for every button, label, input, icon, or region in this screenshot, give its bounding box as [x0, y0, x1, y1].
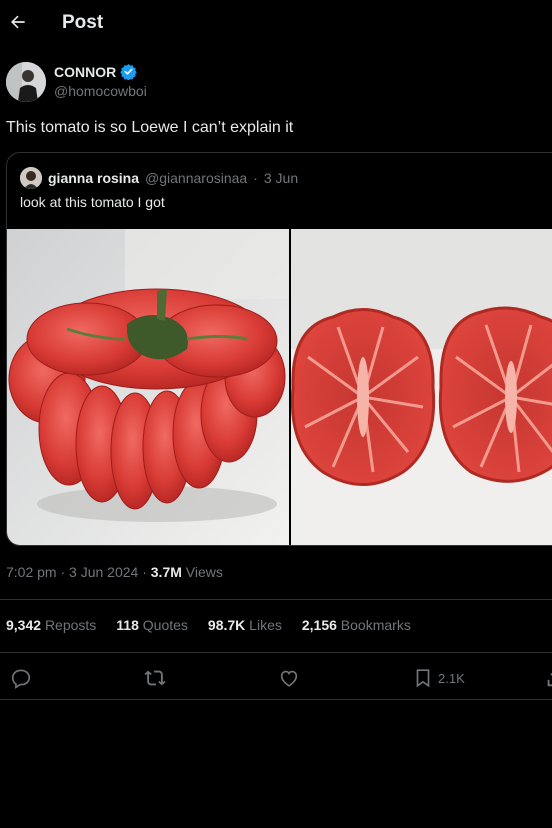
post-author: CONNOR @homocowboi — [6, 62, 406, 102]
verified-badge-icon — [120, 64, 137, 80]
share-icon[interactable] — [544, 667, 552, 689]
post-meta: 7:02 pm · 3 Jun 2024 · 3.7M Views — [6, 564, 223, 580]
reply-icon[interactable] — [10, 667, 32, 689]
quoted-date[interactable]: 3 Jun — [264, 170, 298, 186]
action-bar: 2.1K — [0, 660, 552, 696]
top-bar: Post — [0, 0, 552, 48]
repost-icon[interactable] — [144, 667, 166, 689]
author-avatar[interactable] — [6, 62, 46, 102]
quoted-media[interactable] — [7, 229, 552, 546]
bookmarks-stat[interactable]: 2,156 Bookmarks — [302, 617, 411, 633]
divider — [0, 599, 552, 600]
bookmark-icon[interactable] — [412, 667, 434, 689]
quoted-separator: · — [253, 170, 258, 186]
post-timestamp[interactable]: 7:02 pm · 3 Jun 2024 · — [6, 564, 147, 580]
likes-stat[interactable]: 98.7K Likes — [208, 617, 282, 633]
quoted-text: look at this tomato I got — [20, 194, 165, 210]
whole-tomato-image[interactable] — [7, 229, 289, 546]
view-count: 3.7M — [150, 564, 182, 580]
quotes-stat[interactable]: 118 Quotes — [116, 617, 188, 633]
sliced-tomato-image[interactable] — [291, 229, 552, 546]
author-handle[interactable]: @homocowboi — [54, 83, 147, 99]
engagement-stats: 9,342 Reposts 118 Quotes 98.7K Likes 2,1… — [6, 617, 411, 633]
divider — [0, 652, 552, 653]
page-title: Post — [62, 12, 104, 33]
divider — [0, 699, 552, 700]
author-name[interactable]: CONNOR — [54, 64, 116, 80]
bookmark-count: 2.1K — [438, 671, 465, 686]
view-count-label: Views — [185, 564, 223, 580]
quoted-author-handle[interactable]: @giannarosinaa — [145, 170, 247, 186]
reposts-stat[interactable]: 9,342 Reposts — [6, 617, 96, 633]
quoted-author-name[interactable]: gianna rosina — [48, 170, 139, 186]
back-arrow-icon[interactable] — [8, 12, 28, 32]
like-icon[interactable] — [278, 667, 300, 689]
post-text: This tomato is so Loewe I can’t explain … — [6, 119, 294, 136]
quoted-post[interactable]: gianna rosina @giannarosinaa · 3 Jun loo… — [6, 152, 552, 546]
quoted-author-avatar[interactable] — [20, 167, 42, 189]
